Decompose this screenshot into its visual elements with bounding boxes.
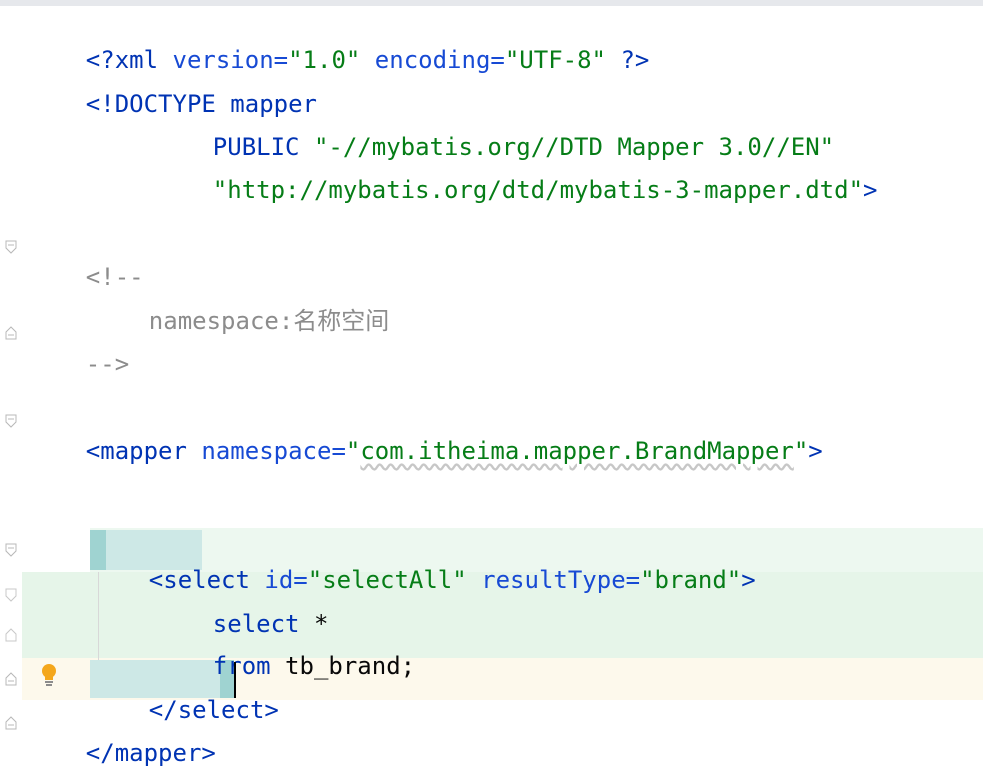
value-quote-open: ": [345, 437, 361, 465]
pi-close: ?>: [606, 46, 650, 74]
comment-cjk-text: 名称空间: [293, 307, 390, 335]
mapper-tag-name: mapper: [100, 437, 187, 465]
value-encoding: "UTF-8": [504, 46, 607, 74]
code-line-13[interactable]: </mapper>: [28, 708, 216, 767]
value-namespace: com.itheima.mapper.BrandMapper: [360, 437, 794, 465]
code-line-10[interactable]: select *: [155, 579, 329, 638]
doctype-close: >: [863, 176, 878, 204]
code-line-7[interactable]: -->: [28, 319, 129, 378]
editor-gutter: [0, 6, 22, 775]
attr-result-type: resultType=: [466, 566, 641, 594]
text-caret: [234, 662, 236, 698]
code-line-11[interactable]: from tb_brand;: [155, 621, 415, 680]
fold-marker-icon[interactable]: [5, 716, 17, 730]
fold-marker-icon[interactable]: [5, 240, 17, 254]
lightbulb-icon[interactable]: [38, 662, 60, 688]
code-line-9[interactable]: <select id="selectAll" resultType="brand…: [91, 535, 756, 594]
code-line-1[interactable]: <?xml version="1.0" encoding="UTF-8" ?>: [28, 15, 650, 74]
code-line-3[interactable]: PUBLIC "-//mybatis.org//DTD Mapper 3.0//…: [155, 102, 834, 161]
code-line-6[interactable]: namespace:名称空间: [91, 276, 390, 335]
mapper-close-tag-name: mapper: [114, 739, 202, 767]
value-id: "selectAll": [307, 566, 467, 594]
mapper-close-bracket: >: [201, 739, 216, 767]
code-line-8[interactable]: <mapper namespace="com.itheima.mapper.Br…: [28, 406, 823, 465]
code-line-5[interactable]: <!--: [28, 232, 144, 291]
attr-encoding: encoding=: [360, 46, 505, 74]
fold-marker-icon[interactable]: [5, 588, 17, 602]
code-line-12[interactable]: </select>: [91, 665, 279, 724]
attr-namespace: namespace=: [186, 437, 346, 465]
fold-marker-icon[interactable]: [5, 543, 17, 557]
mapper-open-bracket: <: [85, 437, 101, 465]
value-result-type: "brand": [640, 566, 742, 594]
fold-marker-icon[interactable]: [5, 326, 17, 340]
editor-top-border: [0, 0, 983, 6]
code-line-2[interactable]: <!DOCTYPE mapper: [28, 59, 317, 118]
sql-table-name: tb_brand;: [270, 652, 416, 680]
mapper-open-close-bracket: >: [808, 437, 823, 465]
mapper-close-open-bracket: </: [85, 739, 115, 767]
doctype-system-url: "http://mybatis.org/dtd/mybatis-3-mapper…: [212, 176, 864, 204]
comment-text: namespace:: [148, 307, 294, 335]
value-quote-close: ": [793, 437, 809, 465]
fold-marker-icon[interactable]: [5, 414, 17, 428]
comment-close: -->: [85, 350, 130, 378]
select-open-close-bracket: >: [741, 566, 756, 594]
code-line-4[interactable]: "http://mybatis.org/dtd/mybatis-3-mapper…: [155, 145, 878, 204]
fold-marker-icon[interactable]: [5, 672, 17, 686]
select-close-bracket: >: [264, 696, 279, 724]
fold-marker-icon[interactable]: [5, 628, 17, 642]
code-editor[interactable]: <?xml version="1.0" encoding="UTF-8" ?> …: [0, 0, 983, 775]
